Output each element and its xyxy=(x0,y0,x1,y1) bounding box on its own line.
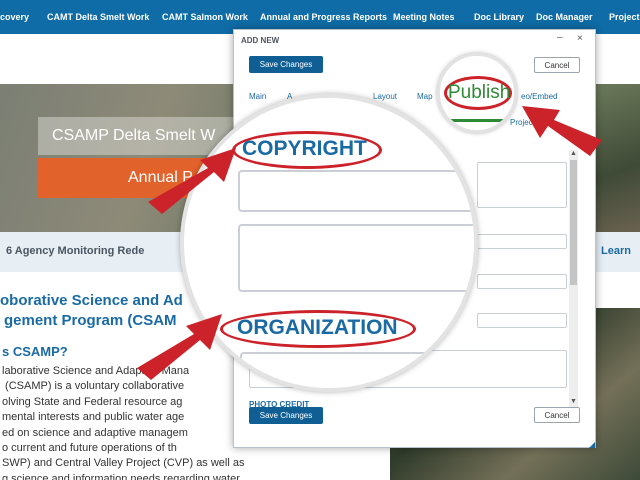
arrow-to-copyright-icon xyxy=(148,148,236,214)
arrow-to-organization-icon xyxy=(137,314,222,380)
annotation-arrows xyxy=(137,106,602,380)
arrow-to-publish-icon xyxy=(522,106,602,156)
